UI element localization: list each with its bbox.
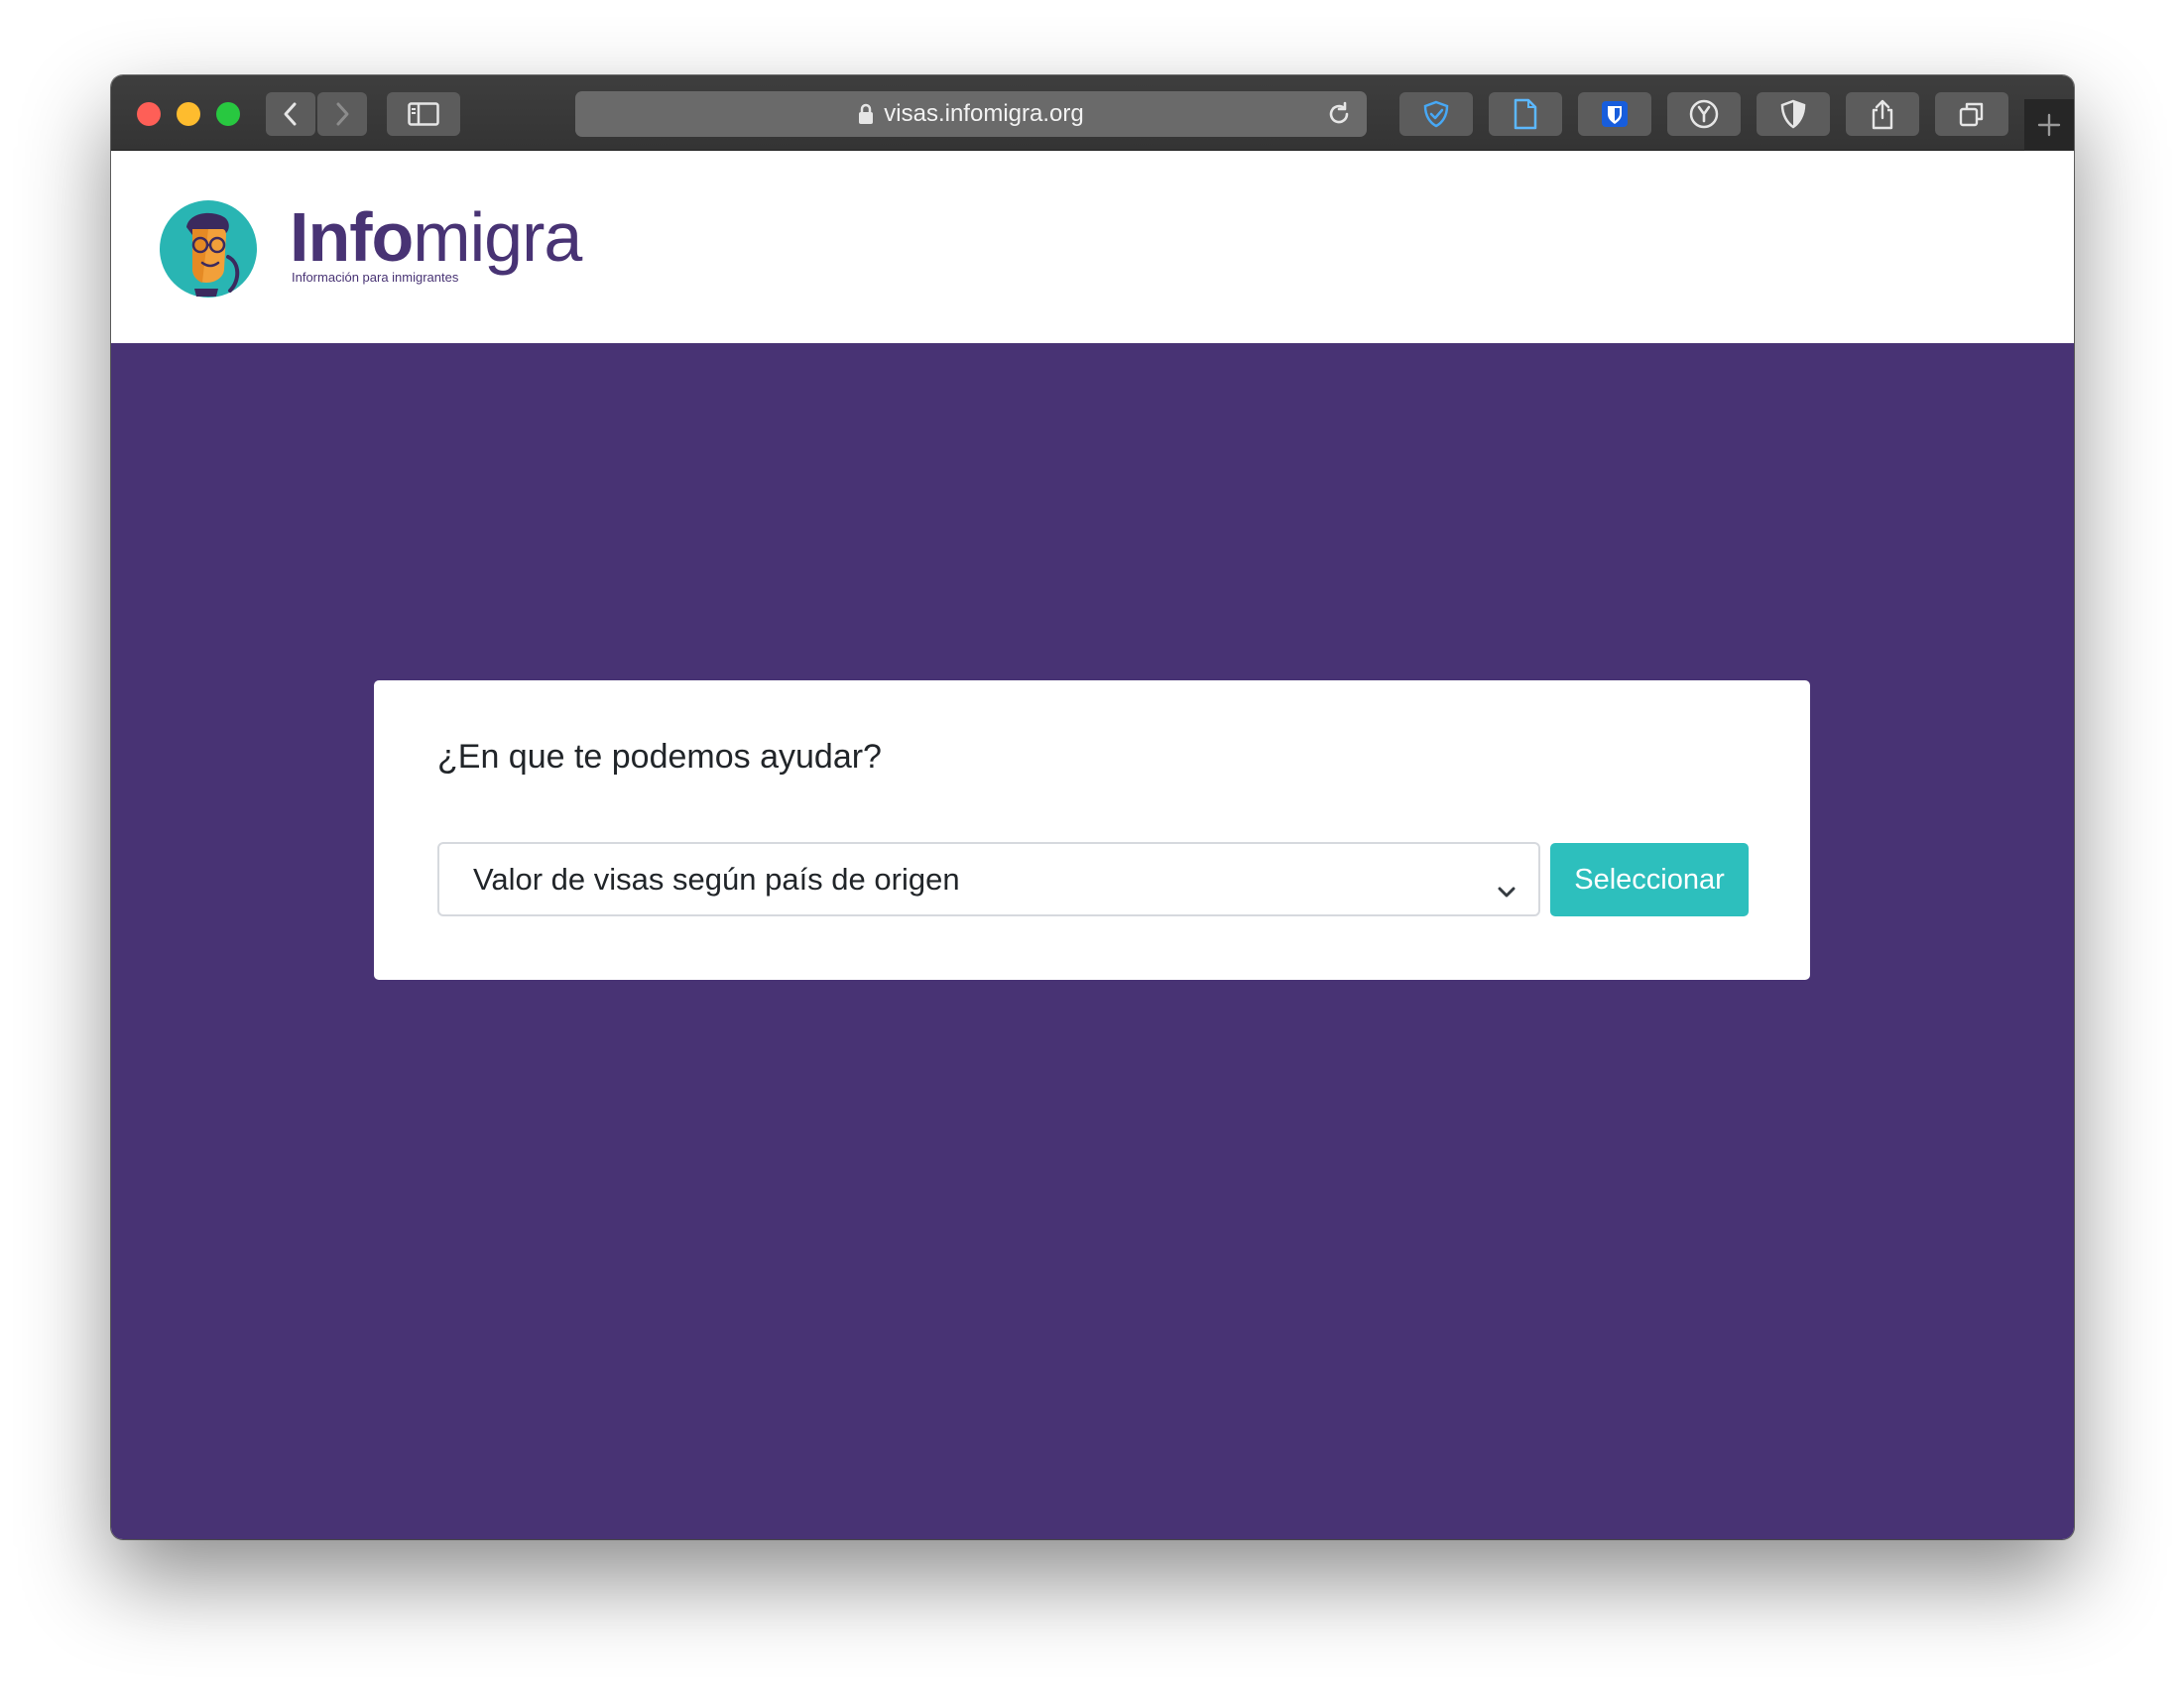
forward-button[interactable] (317, 92, 367, 136)
hero-section: ¿En que te podemos ayudar? Valor de visa… (111, 343, 2074, 1539)
document-extension-button[interactable] (1489, 92, 1562, 136)
select-button[interactable]: Seleccionar (1550, 843, 1749, 916)
infomigra-logo-icon[interactable] (159, 199, 258, 303)
logo-text-light: migra (413, 198, 582, 276)
shield-check-extension-button[interactable] (1399, 92, 1473, 136)
logo-tagline: Información para inmigrantes (292, 270, 459, 285)
browser-toolbar: visas.infomigra.org (111, 75, 2074, 151)
help-card: ¿En que te podemos ayudar? Valor de visa… (374, 680, 1810, 980)
bitwarden-extension-icon (1602, 101, 1628, 127)
zoom-window-button[interactable] (216, 102, 240, 126)
forward-icon (336, 102, 349, 126)
new-tab-button[interactable] (2024, 99, 2074, 151)
service-select-value: Valor de visas según país de origen (473, 861, 960, 897)
chevron-down-icon (1497, 872, 1517, 907)
shield-check-extension-icon (1423, 100, 1449, 128)
address-bar[interactable]: visas.infomigra.org (575, 91, 1367, 137)
half-shield-extension-icon (1780, 99, 1806, 129)
back-icon (284, 102, 297, 126)
share-icon (1872, 99, 1893, 130)
half-shield-extension-button[interactable] (1757, 92, 1830, 136)
infomigra-logo-text[interactable]: Infomigra (290, 202, 582, 272)
lock-icon (858, 103, 874, 125)
site-header: Infomigra Información para inmigrantes (111, 151, 2074, 343)
url-text: visas.infomigra.org (884, 100, 1084, 127)
back-button[interactable] (266, 92, 315, 136)
sidebar-button[interactable] (387, 92, 460, 136)
service-select[interactable]: Valor de visas según país de origen (437, 842, 1540, 916)
logo-text-bold: Info (290, 198, 414, 276)
bitwarden-extension-button[interactable] (1578, 92, 1651, 136)
share-button[interactable] (1846, 92, 1919, 136)
browser-window: visas.infomigra.org Infomigra Informació… (111, 75, 2074, 1539)
minimize-window-button[interactable] (177, 102, 200, 126)
close-window-button[interactable] (137, 102, 161, 126)
reload-icon[interactable] (1325, 100, 1353, 135)
document-extension-icon (1514, 98, 1537, 130)
y-extension-icon (1689, 99, 1719, 129)
tabs-overview-button[interactable] (1935, 92, 2008, 136)
new-tab-plus-icon (2037, 113, 2061, 137)
sidebar-icon (408, 102, 439, 126)
tabs-icon (1959, 102, 1984, 127)
y-extension-button[interactable] (1667, 92, 1741, 136)
help-question: ¿En que te podemos ayudar? (437, 738, 882, 776)
